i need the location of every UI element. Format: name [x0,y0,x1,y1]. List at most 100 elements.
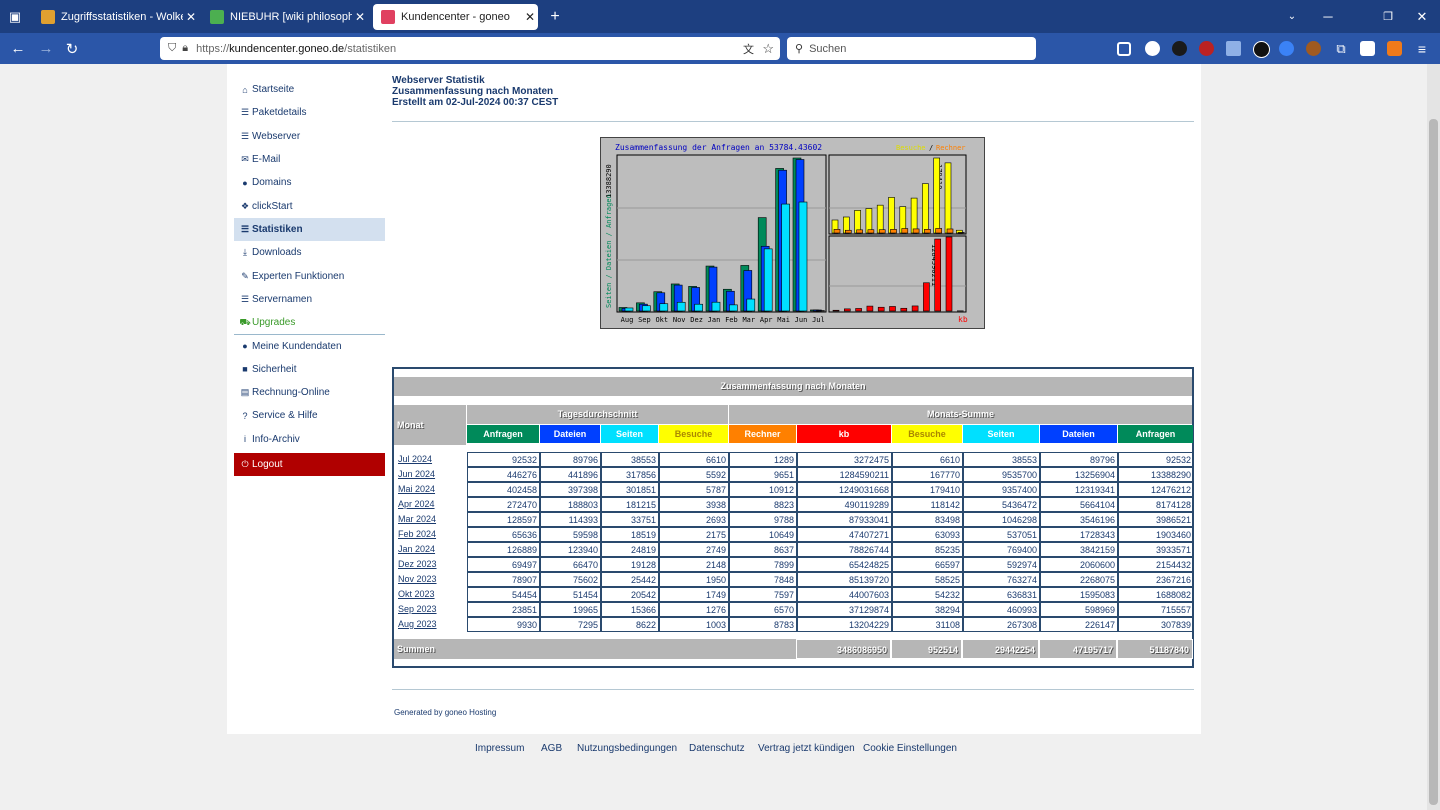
footer-link[interactable]: Vertrag jetzt kündigen [758,743,855,754]
new-tab-icon[interactable]: + [545,0,565,33]
tab-list-chevron-icon[interactable]: ⌄ [1282,0,1302,33]
month-link[interactable]: Mar 2024 [396,512,467,527]
sidebar-item-upgrades[interactable]: ⛟ Upgrades [234,311,385,334]
pocket-icon[interactable] [1117,42,1131,56]
tab-close-icon[interactable]: ✕ [522,10,538,24]
heading-created: Erstellt am 02-Jul-2024 00:37 CEST [392,97,559,108]
table-cell: 1289 [729,452,797,467]
screenshot-icon[interactable] [1360,41,1375,56]
search-field[interactable]: ⚲ Suchen [787,37,1036,60]
table-cell: 307839 [1118,617,1194,632]
x-tick-label: Apr [760,316,773,324]
tab-overview-icon[interactable]: ▣ [4,0,26,33]
month-link[interactable]: Okt 2023 [396,587,467,602]
bar-besuche [910,197,918,234]
server-icon: ☰ [240,130,250,141]
sidebar-item-experten-funktionen[interactable]: ✎ Experten Funktionen [234,264,385,287]
extension-orange-icon[interactable] [1387,41,1402,56]
sidebar-item-paketdetails[interactable]: ☰ Paketdetails [234,101,385,124]
month-link[interactable]: Jul 2024 [396,452,467,467]
sidebar-item-startseite[interactable]: ⌂ Startseite [234,78,385,101]
page-heading: Webserver Statistik Zusammenfassung nach… [392,75,558,108]
sidebar-item-clickstart[interactable]: ❖ clickStart [234,194,385,217]
month-link[interactable]: Nov 2023 [396,572,467,587]
table-cell: 59598 [540,527,601,542]
month-link[interactable]: Feb 2024 [396,527,467,542]
tab-niebuhr[interactable]: NIEBUHR [wiki philosophica]✕ [202,4,368,30]
table-cell: 490119289 [797,497,892,512]
app-menu-icon[interactable]: ≡ [1412,33,1432,64]
extension-r-icon[interactable] [1145,41,1160,56]
month-link[interactable]: Dez 2023 [396,557,467,572]
month-link[interactable]: Jun 2024 [396,467,467,482]
bar-kb [923,282,930,312]
power-icon: ⏻ [241,458,249,469]
scrollbar-thumb[interactable] [1429,119,1438,805]
sidebar-item-logout[interactable]: ⏻ Logout [234,452,385,477]
totals-cell: 952514 [891,639,962,659]
sidebar-item-service-hilfe[interactable]: ? Service & Hilfe [234,404,385,427]
table-cell: 402458 [467,482,540,497]
shield-icon[interactable]: ⛉ [168,42,176,55]
table-cell: 9357400 [963,482,1040,497]
extension-translate-icon[interactable] [1226,41,1241,56]
translate-icon[interactable]: 文 [743,41,754,57]
footer-link[interactable]: Datenschutz [689,743,745,754]
month-link[interactable]: Sep 2023 [396,602,467,617]
tab-close-icon[interactable]: ✕ [352,10,368,24]
sidebar-item-downloads[interactable]: ⤓ Downloads [234,241,385,264]
bar-rechner [845,229,852,234]
restore-icon[interactable]: ❐ [1378,0,1398,33]
list-icon: ☰ [240,107,250,118]
extension-black-icon[interactable] [1253,41,1270,58]
col-header-daily-dateien: Dateien [540,425,600,443]
footer-link[interactable]: Cookie Einstellungen [863,743,957,754]
month-link[interactable]: Apr 2024 [396,497,467,512]
sidebar-item-label: Logout [252,458,283,470]
table-cell: 8174128 [1118,497,1194,512]
ublock-icon[interactable] [1199,41,1214,56]
bar-besuche [944,162,952,234]
reload-icon[interactable]: ↻ [62,33,82,64]
window-close-icon[interactable]: ✕ [1412,0,1432,33]
sidebar-item-servernamen[interactable]: ☰ Servernamen [234,288,385,311]
lock-icon[interactable]: 🔒︎ [182,42,188,55]
sidebar-item-info-archiv[interactable]: i Info-Archiv [234,427,385,450]
sidebar-item-statistiken[interactable]: ☰ Statistiken [234,217,385,242]
extension-brown-icon[interactable] [1306,41,1321,56]
footer-link[interactable]: Nutzungsbedingungen [577,743,677,754]
sidebar-item-domains[interactable]: ● Domains [234,171,385,194]
bar-seiten [763,248,773,312]
month-link[interactable]: Mai 2024 [396,482,467,497]
bookmark-star-icon[interactable]: ☆ [762,41,774,57]
sidebar-item-webserver[interactable]: ☰ Webserver [234,125,385,148]
table-cell: 167770 [892,467,963,482]
tab-wolkenstein[interactable]: Zugriffsstatistiken - Wolkenste✕ [33,4,199,30]
month-link[interactable]: Jan 2024 [396,542,467,557]
tab-kundencenter[interactable]: Kundencenter - goneo ✕ [373,4,538,30]
extensions-puzzle-icon[interactable]: ⧉ [1331,33,1351,64]
table-cell: 85235 [892,542,963,557]
sidebar-item-sicherheit[interactable]: ■ Sicherheit [234,358,385,381]
page-scrollbar[interactable] [1427,64,1440,810]
sidebar-item-e-mail[interactable]: ✉ E-Mail [234,148,385,171]
footer-link[interactable]: AGB [541,743,562,754]
search-placeholder: Suchen [809,42,847,55]
sidebar-item-meine-kundendaten[interactable]: ● Meine Kundendaten [234,334,385,357]
footer-link[interactable]: Impressum [475,743,524,754]
address-bar[interactable]: ⛉ 🔒︎ https://kundencenter.goneo.de/stati… [160,37,780,60]
forward-icon[interactable]: → [36,33,56,64]
bar-seiten [781,203,790,312]
back-icon[interactable]: ← [8,33,28,64]
minimize-icon[interactable]: ─ [1318,0,1338,33]
table-cell: 537051 [963,527,1040,542]
sidebar-item-rechnung-online[interactable]: ▤ Rechnung-Online [234,381,385,404]
table-cell: 1749 [659,587,729,602]
table-cell: 12319341 [1040,482,1118,497]
month-link[interactable]: Aug 2023 [396,617,467,632]
table-cell: 188803 [540,497,601,512]
table-cell: 25442 [601,572,659,587]
extension-blue-icon[interactable] [1279,41,1294,56]
tab-close-icon[interactable]: ✕ [183,10,199,24]
extension-dark-icon[interactable] [1172,41,1187,56]
